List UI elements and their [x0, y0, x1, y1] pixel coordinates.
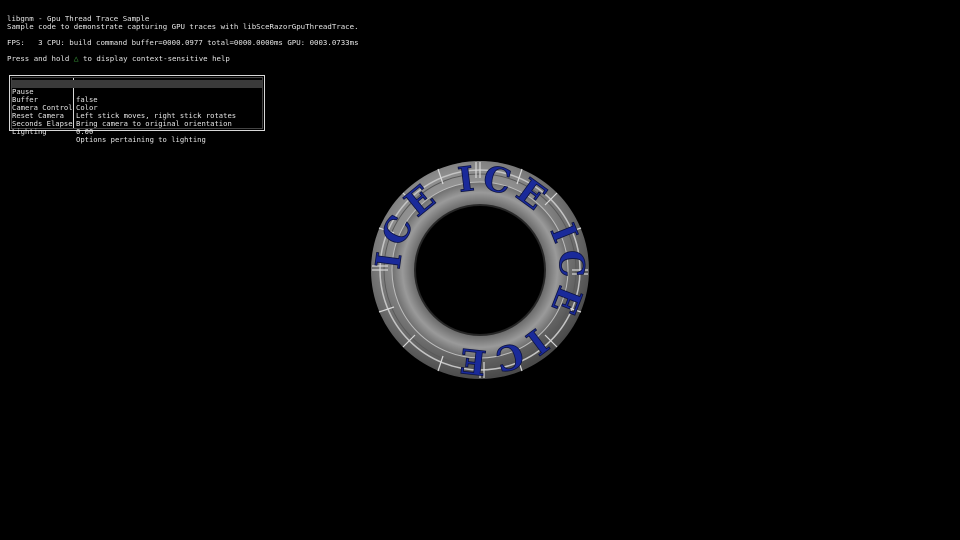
fps-readout: FPS: 3 CPU: build command buffer=0000.09… [7, 38, 359, 47]
help-hint: Press and hold △ to display context-sens… [7, 55, 230, 63]
torus-render: ICE ICE ICE ICE [370, 160, 589, 380]
help-hint-suffix: to display context-sensitive help [78, 54, 230, 63]
options-menu-rows: Pause false Buffer Color Camera Controls… [12, 80, 262, 144]
menu-item-value: Options pertaining to lighting [76, 135, 206, 144]
menu-item-buffer[interactable]: Buffer Color [12, 88, 262, 112]
menu-item-pause[interactable]: Pause false [12, 80, 262, 104]
sample-description: Sample code to demonstrate capturing GPU… [7, 22, 359, 31]
menu-item-reset-camera[interactable]: Reset Camera Bring camera to original or… [12, 104, 262, 128]
options-menu: Pause false Buffer Color Camera Controls… [9, 75, 265, 144]
help-hint-prefix: Press and hold [7, 54, 74, 63]
torus-hole [414, 204, 546, 336]
menu-item-camera-controls[interactable]: Camera Controls Left stick moves, right … [12, 96, 262, 120]
menu-item-lighting[interactable]: Lighting Options pertaining to lighting [12, 120, 262, 144]
render-viewport: ICE ICE ICE ICE [370, 160, 590, 380]
menu-item-label: Lighting [12, 128, 47, 136]
menu-item-seconds-elapsed[interactable]: Seconds Elapsed 0.00 [12, 112, 262, 136]
